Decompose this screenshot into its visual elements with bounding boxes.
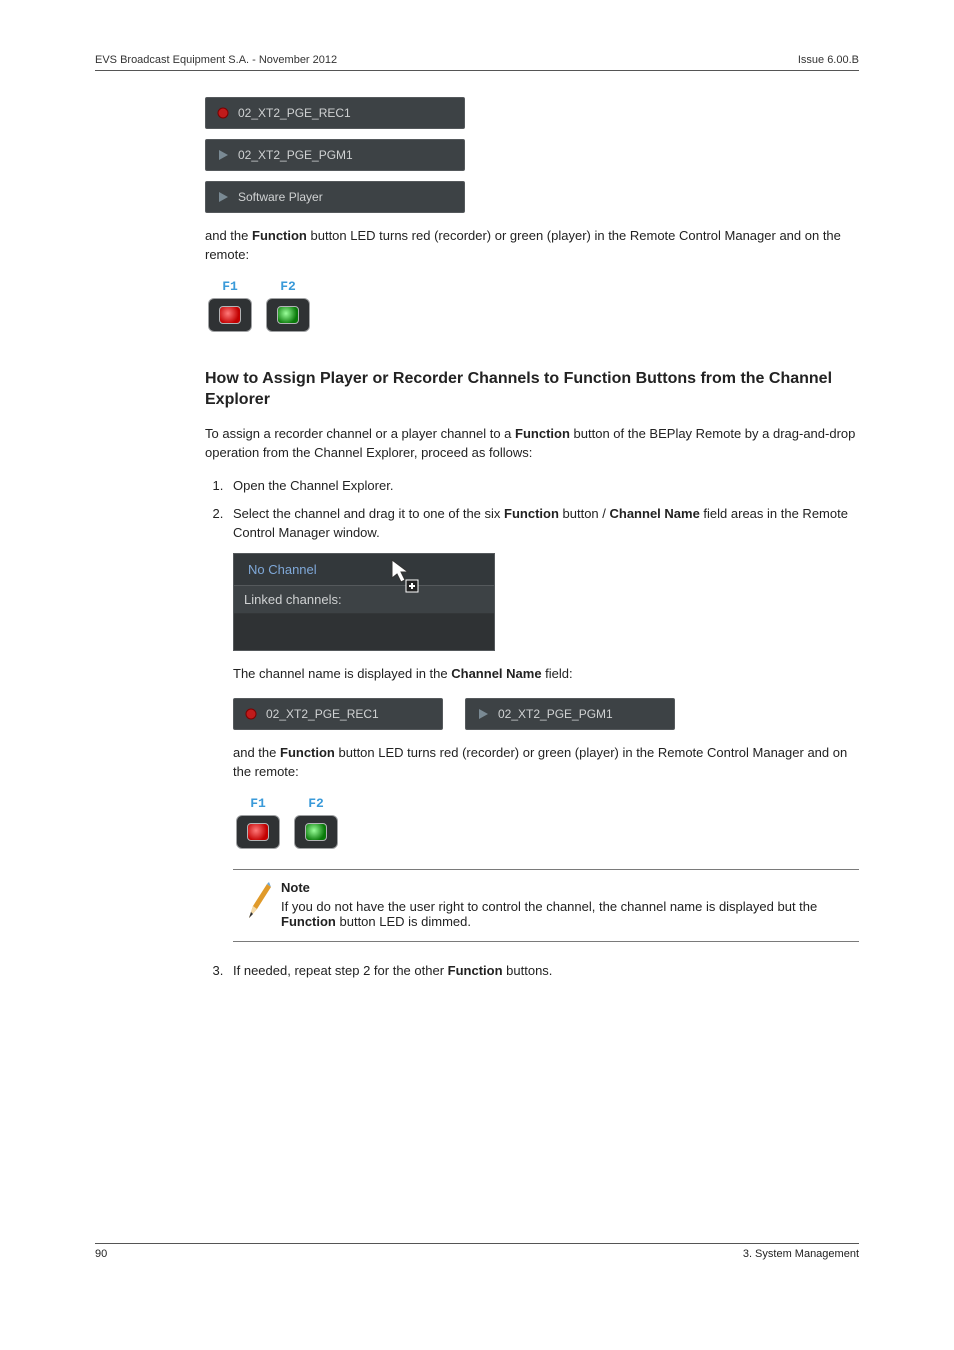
linked-channels-label: Linked channels:: [234, 585, 494, 613]
function-button-f1: F1: [233, 796, 283, 849]
function-button-f2: F2: [291, 796, 341, 849]
f1-label: F1: [250, 796, 266, 811]
channel-name-paragraph: The channel name is displayed in the Cha…: [233, 665, 859, 684]
steps-list: Open the Channel Explorer. Select the ch…: [205, 477, 859, 544]
step-3: If needed, repeat step 2 for the other F…: [227, 962, 859, 981]
led-green-icon: [277, 306, 299, 324]
led-red-icon: [219, 306, 241, 324]
section-heading: How to Assign Player or Recorder Channel…: [205, 368, 859, 411]
header-left: EVS Broadcast Equipment S.A. - November …: [95, 54, 337, 66]
pencil-icon: [245, 882, 271, 922]
paragraph-led-bottom: and the Function button LED turns red (r…: [233, 744, 859, 782]
step-2: Select the channel and drag it to one of…: [227, 505, 859, 543]
play-icon: [476, 707, 490, 721]
no-channel-label: No Channel: [248, 562, 317, 577]
note-title: Note: [281, 880, 847, 895]
play-icon: [216, 190, 230, 204]
channel-chip-pgm1-small: 02_XT2_PGE_PGM1: [465, 698, 675, 730]
note-text: If you do not have the user right to con…: [281, 899, 847, 929]
footer-page-number: 90: [95, 1248, 107, 1260]
page-footer: 90 3. System Management: [95, 1243, 859, 1260]
footer-section: 3. System Management: [743, 1248, 859, 1260]
cursor-drag-icon: [390, 558, 424, 596]
led-red-icon: [247, 823, 269, 841]
channel-chip-softwareplayer: Software Player: [205, 181, 465, 213]
channel-chip-rec1-small: 02_XT2_PGE_REC1: [233, 698, 443, 730]
channel-label: 02_XT2_PGE_REC1: [266, 707, 379, 721]
channel-label: 02_XT2_PGE_PGM1: [498, 707, 613, 721]
led-green-icon: [305, 823, 327, 841]
paragraph-led-top: and the Function button LED turns red (r…: [205, 227, 859, 265]
function-button-f1: F1: [205, 279, 255, 332]
f2-label: F2: [280, 279, 296, 294]
function-buttons: F1 F2: [205, 279, 859, 332]
play-icon: [216, 148, 230, 162]
record-icon: [216, 106, 230, 120]
function-buttons-2: F1 F2: [233, 796, 859, 849]
channel-chip-rec1: 02_XT2_PGE_REC1: [205, 97, 465, 129]
function-button-f2: F2: [263, 279, 313, 332]
step-1: Open the Channel Explorer.: [227, 477, 859, 496]
channel-label: 02_XT2_PGE_PGM1: [238, 148, 353, 162]
note-box: Note If you do not have the user right t…: [233, 869, 859, 942]
header-right: Issue 6.00.B: [798, 54, 859, 66]
no-channel-panel: No Channel Linked channels:: [233, 553, 495, 651]
f1-label: F1: [222, 279, 238, 294]
channel-chip-pgm1: 02_XT2_PGE_PGM1: [205, 139, 465, 171]
channel-label: Software Player: [238, 190, 323, 204]
f2-label: F2: [308, 796, 324, 811]
record-icon: [244, 707, 258, 721]
linked-empty-area: [234, 613, 494, 650]
intro-paragraph: To assign a recorder channel or a player…: [205, 425, 859, 463]
page-header: EVS Broadcast Equipment S.A. - November …: [95, 54, 859, 71]
steps-list-cont: If needed, repeat step 2 for the other F…: [205, 962, 859, 981]
channel-label: 02_XT2_PGE_REC1: [238, 106, 351, 120]
